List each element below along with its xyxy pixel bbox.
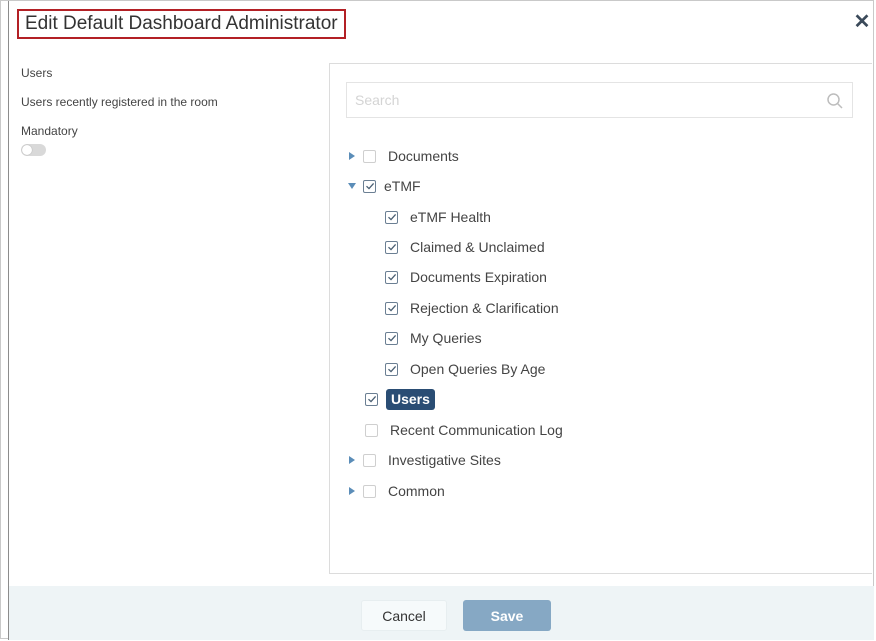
checkmark-icon [387, 213, 396, 221]
tree-item-documents-expiration[interactable]: Documents Expiration [385, 266, 547, 288]
checkbox-etmf-health[interactable] [385, 210, 398, 224]
checkmark-icon [387, 334, 396, 342]
checkbox-open-queries-by-age[interactable] [385, 362, 398, 376]
search-box [346, 82, 853, 118]
tree-item-label: My Queries [410, 330, 482, 346]
dialog-title: Edit Default Dashboard Administrator [17, 9, 346, 39]
checkmark-icon [387, 273, 396, 281]
dialog-left-border [1, 1, 9, 640]
expand-arrow-icon[interactable] [347, 151, 357, 161]
tree-item-common[interactable]: Common [347, 480, 445, 502]
checkmark-icon [387, 304, 396, 312]
close-icon[interactable]: ✕ [853, 12, 871, 32]
checkmark-icon [367, 395, 376, 403]
tree-item-label: Open Queries By Age [410, 361, 546, 377]
users-label: Users [21, 66, 53, 80]
tree-item-rejection-clarification[interactable]: Rejection & Clarification [385, 297, 559, 319]
mandatory-label: Mandatory [21, 124, 78, 138]
tree-item-claimed-unclaimed[interactable]: Claimed & Unclaimed [385, 236, 545, 258]
save-button[interactable]: Save [463, 600, 551, 631]
expand-arrow-icon[interactable] [347, 455, 357, 465]
search-icon[interactable] [826, 92, 844, 110]
checkbox-recent-communication-log[interactable] [365, 423, 378, 437]
tree-item-label: Rejection & Clarification [410, 300, 559, 316]
checkmark-icon [387, 243, 396, 251]
selected-item-label: Users [386, 388, 435, 410]
tree-item-label: Documents Expiration [410, 269, 547, 285]
mandatory-toggle[interactable] [21, 144, 46, 156]
tree-item-recent-communication-log[interactable]: Recent Communication Log [365, 419, 563, 441]
checkbox-users[interactable] [365, 392, 378, 406]
checkmark-icon [387, 365, 396, 373]
tree-item-etmf[interactable]: eTMF [347, 175, 421, 197]
checkbox-etmf[interactable] [363, 179, 376, 193]
tree-item-documents[interactable]: Documents [347, 145, 459, 167]
checkbox-claimed-unclaimed[interactable] [385, 240, 398, 254]
expand-arrow-icon[interactable] [347, 486, 357, 496]
collapse-arrow-icon[interactable] [347, 181, 357, 191]
checkbox-documents-expiration[interactable] [385, 270, 398, 284]
widget-info-panel: Users Users recently registered in the r… [21, 65, 311, 156]
checkbox-common[interactable] [363, 484, 376, 498]
tree-item-users[interactable]: Users [365, 388, 435, 410]
tree-item-label: Common [388, 483, 445, 499]
widget-tree-panel: Documents eTMF eTMF Health Claimed & Unc… [329, 63, 872, 574]
edit-dashboard-dialog: Edit Default Dashboard Administrator ✕ U… [0, 0, 874, 640]
checkmark-icon [365, 182, 374, 190]
tree-item-label: eTMF Health [410, 209, 491, 225]
tree-item-label: Claimed & Unclaimed [410, 239, 545, 255]
tree-item-label: Investigative Sites [388, 452, 501, 468]
checkbox-my-queries[interactable] [385, 331, 398, 345]
tree-item-my-queries[interactable]: My Queries [385, 327, 482, 349]
tree-item-label: eTMF [384, 178, 421, 194]
checkbox-investigative-sites[interactable] [363, 453, 376, 467]
widget-description: Users recently registered in the room [21, 95, 218, 109]
dialog-footer: Cancel Save [9, 586, 874, 640]
tree-item-label: Recent Communication Log [390, 422, 563, 438]
checkbox-documents[interactable] [363, 149, 376, 163]
tree-item-investigative-sites[interactable]: Investigative Sites [347, 449, 501, 471]
tree-item-open-queries-by-age[interactable]: Open Queries By Age [385, 358, 545, 380]
search-input[interactable] [347, 83, 817, 117]
cancel-button[interactable]: Cancel [361, 600, 447, 631]
checkbox-rejection-clarification[interactable] [385, 301, 398, 315]
toggle-knob [22, 145, 32, 155]
tree-item-label: Documents [388, 148, 459, 164]
tree-item-etmf-health[interactable]: eTMF Health [385, 206, 491, 228]
